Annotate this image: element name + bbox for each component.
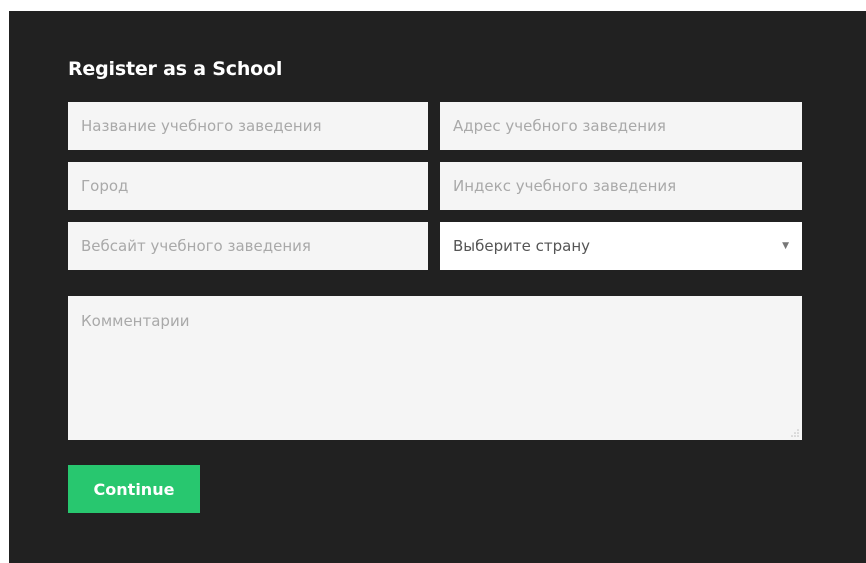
registration-panel: Register as a School Выберите страну ▼ C… xyxy=(9,11,866,563)
city-input[interactable] xyxy=(68,162,428,210)
country-select[interactable]: Выберите страну ▼ xyxy=(440,222,802,270)
country-select-value: Выберите страну xyxy=(453,237,590,255)
school-name-input[interactable] xyxy=(68,102,428,150)
form-title: Register as a School xyxy=(68,58,283,80)
website-input[interactable] xyxy=(68,222,428,270)
continue-button[interactable]: Continue xyxy=(68,465,200,513)
resize-grip-icon[interactable] xyxy=(790,428,800,438)
comments-textarea[interactable] xyxy=(68,296,802,440)
school-address-input[interactable] xyxy=(440,102,802,150)
triangle-down-icon: ▼ xyxy=(782,241,789,251)
postal-code-input[interactable] xyxy=(440,162,802,210)
